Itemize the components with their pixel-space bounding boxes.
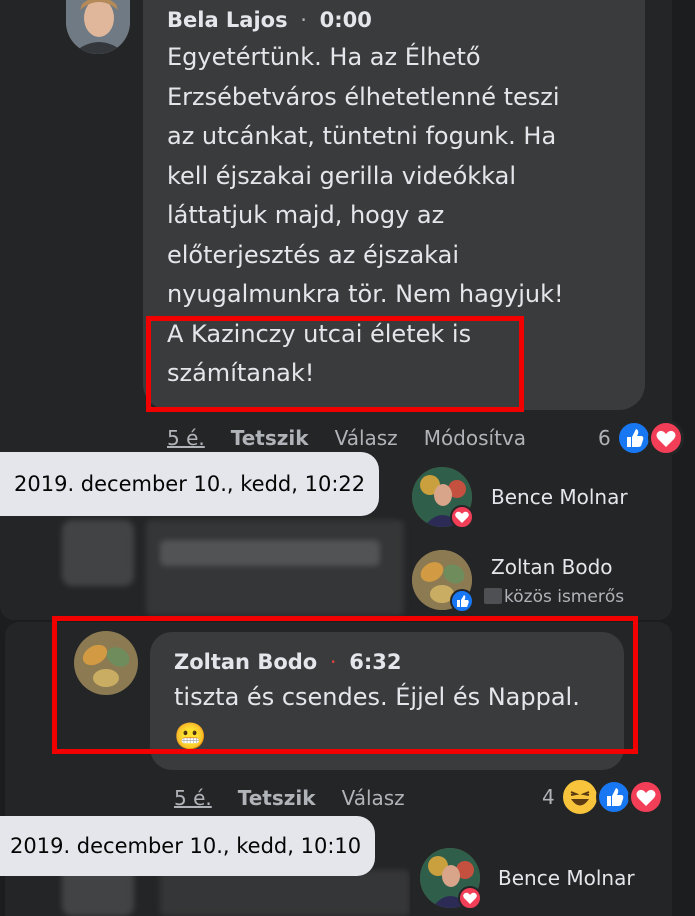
comment-header: Bela Lajos · 0:00 [167, 8, 372, 32]
like-reaction-icon [616, 420, 652, 456]
comment-line: nyugalmunkra tör. Nem hagyjuk! [167, 280, 564, 308]
comment-time[interactable]: 0:00 [320, 8, 372, 32]
comment-line: láttatjuk majd, hogy az [167, 201, 445, 229]
mutual-friend-icon [484, 588, 502, 604]
comment-line: kell éjszakai gerilla videókkal [167, 161, 517, 190]
reactor-name[interactable]: Zoltan Bodo [491, 555, 613, 579]
love-badge-icon [458, 886, 482, 910]
comment-actions: 5 é. Tetszik Válasz [174, 786, 431, 810]
blurred-avatar [62, 520, 134, 586]
mutual-friend-label: közös ismerős [484, 587, 624, 607]
blurred-text [160, 540, 380, 566]
edited-label[interactable]: Módosítva [424, 426, 526, 450]
reactor-name[interactable]: Bence Molnar [498, 866, 635, 890]
comment-line: Erzsébetváros élhetetlenné teszi [167, 82, 560, 111]
reactors-list: Bence Molnar Zoltan Bodo közös ismerős [404, 455, 654, 617]
comment-actions: 5 é. Tetszik Válasz Módosítva [167, 426, 552, 450]
highlight-box [146, 316, 524, 412]
reactor-name[interactable]: Bence Molnar [491, 485, 628, 509]
comment-line: Egyetértünk. Ha az Élhető [167, 43, 481, 71]
timestamp-tooltip: 2019. december 10., kedd, 10:10 [0, 816, 376, 876]
reply-button[interactable]: Válasz [335, 426, 398, 450]
comment-line: előterjesztés az éjszakai [167, 240, 460, 269]
love-badge-icon [450, 505, 474, 529]
separator-dot: · [300, 8, 307, 32]
comment-age-link[interactable]: 5 é. [167, 426, 205, 450]
like-button[interactable]: Tetszik [231, 426, 309, 450]
blurred-bubble [160, 870, 410, 916]
haha-reaction-icon [560, 777, 600, 817]
like-button[interactable]: Tetszik [238, 786, 316, 810]
comment-age-link[interactable]: 5 é. [174, 786, 212, 810]
timestamp-tooltip: 2019. december 10., kedd, 10:22 [0, 452, 380, 516]
comment-author-name[interactable]: Bela Lajos [167, 8, 288, 32]
blurred-bubble [146, 520, 404, 616]
love-reaction-icon [628, 779, 664, 815]
love-reaction-icon [648, 420, 684, 456]
reply-button[interactable]: Válasz [342, 786, 405, 810]
reactors-list: Bence Molnar [410, 836, 654, 916]
like-badge-icon [450, 589, 474, 613]
comment-line: az utcánkat, tüntetni fogunk. Ha [167, 122, 557, 150]
mutual-friend-text: közös ismerős [504, 587, 625, 607]
like-reaction-icon [596, 779, 632, 815]
reaction-count: 4 [542, 785, 555, 809]
highlight-box [52, 616, 638, 754]
reaction-count: 6 [598, 426, 611, 450]
